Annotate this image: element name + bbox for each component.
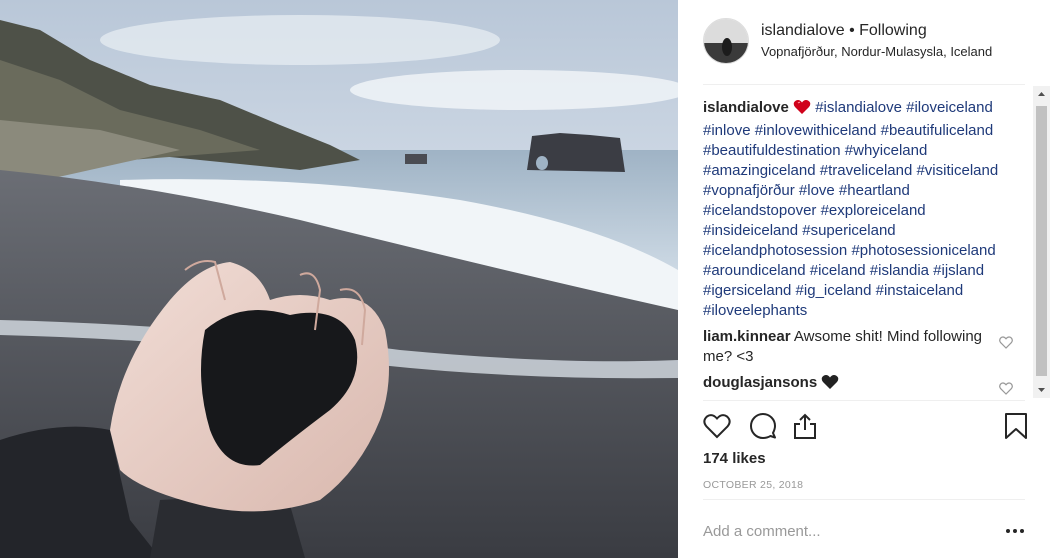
divider — [703, 400, 1025, 401]
caption: islandialove #islandialove #iloveiceland… — [703, 98, 1013, 321]
post-details-panel: islandialove • Following Vopnafjörður, N… — [678, 0, 1050, 558]
divider — [703, 499, 1025, 500]
caption-hashtags[interactable]: #islandialove #iloveiceland #inlove #inl… — [703, 99, 998, 319]
divider — [703, 84, 1025, 85]
add-comment-input[interactable] — [703, 518, 1003, 544]
scroll-down-arrow-icon[interactable] — [1033, 381, 1050, 398]
speech-bubble-icon — [750, 413, 776, 439]
following-button[interactable]: Following — [859, 22, 927, 39]
location-link[interactable]: Vopnafjörður, Nordur-Mulasysla, Iceland — [761, 44, 992, 59]
scrollbar-thumb[interactable] — [1036, 106, 1047, 376]
heart-outline-icon — [703, 414, 731, 439]
post-date[interactable]: OCTOBER 25, 2018 — [703, 479, 803, 491]
separator-dot: • — [849, 22, 855, 39]
share-upload-icon — [794, 413, 816, 439]
black-heart-icon — [821, 374, 839, 391]
header-username[interactable]: islandialove — [761, 22, 845, 39]
comments-scrollbar[interactable] — [1033, 86, 1050, 398]
more-options-button[interactable] — [1003, 518, 1027, 544]
scroll-up-arrow-icon[interactable] — [1033, 86, 1050, 103]
small-heart-icon[interactable] — [999, 381, 1013, 398]
user-line: islandialove • Following — [761, 22, 927, 40]
comment-item: douglasjansons — [703, 373, 1013, 395]
ellipsis-icon — [1006, 529, 1024, 533]
like-button[interactable] — [701, 410, 733, 442]
comment-item: liam.kinnear Awsome shit! Mind following… — [703, 327, 1013, 367]
comments-list: islandialove #islandialove #iloveiceland… — [703, 98, 1013, 398]
likes-count[interactable]: 174 likes — [703, 450, 766, 467]
bookmark-icon — [1005, 413, 1027, 439]
action-bar — [703, 408, 1033, 444]
comment-author[interactable]: douglasjansons — [703, 374, 817, 391]
share-button[interactable] — [789, 410, 821, 442]
beach-hands-photo — [0, 0, 678, 558]
comment-author[interactable]: liam.kinnear — [703, 328, 791, 345]
comment-button[interactable] — [747, 410, 779, 442]
caption-author[interactable]: islandialove — [703, 99, 789, 116]
small-heart-icon[interactable] — [999, 335, 1013, 355]
post-header: islandialove • Following Vopnafjörður, N… — [703, 18, 1033, 68]
avatar[interactable] — [703, 18, 749, 64]
save-button[interactable] — [1000, 410, 1032, 442]
red-heart-icon — [793, 99, 811, 121]
post-photo[interactable] — [0, 0, 678, 558]
